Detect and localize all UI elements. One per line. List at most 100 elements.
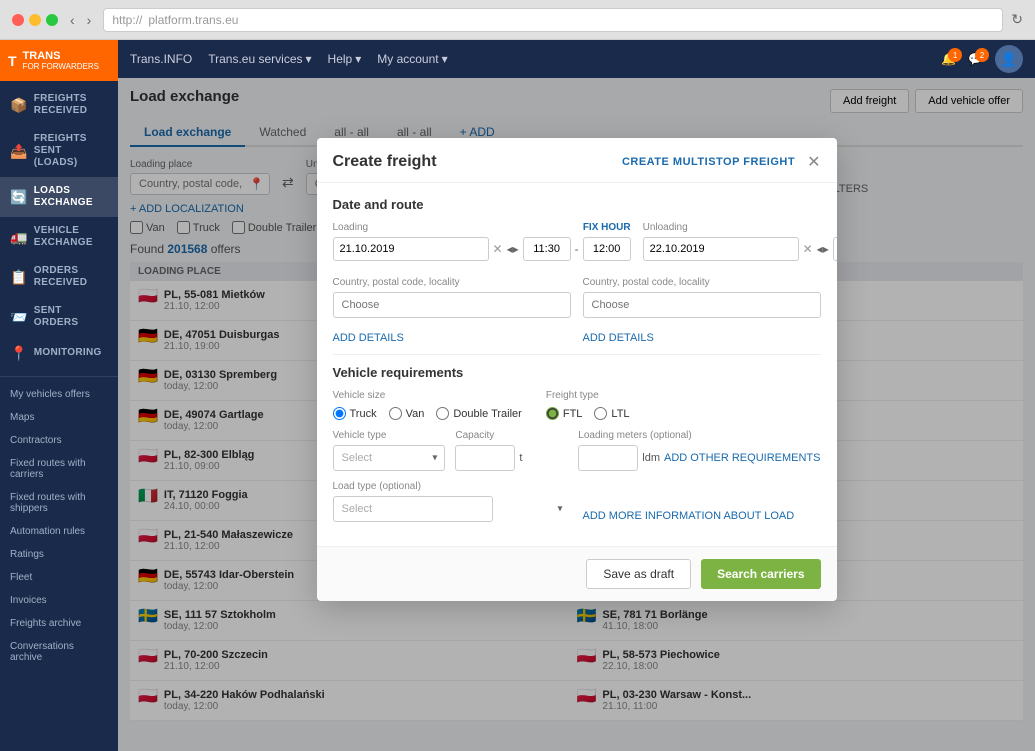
loading-time-from[interactable] (523, 237, 571, 261)
sidebar-item-monitoring[interactable]: 📍 MONITORING (0, 337, 118, 370)
unloading-locality-col: Country, postal code, locality (583, 277, 821, 318)
sidebar-link-automation[interactable]: Automation rules (0, 520, 118, 543)
sidebar-link-my-vehicles[interactable]: My vehicles offers (0, 383, 118, 406)
vehicle-type-select[interactable]: Select (333, 445, 446, 471)
topnav-trans-info[interactable]: Trans.INFO (130, 52, 192, 66)
unloading-time-from[interactable] (833, 237, 837, 261)
radio-van[interactable]: Van (389, 407, 425, 420)
unloading-col: Unloading FIX HOUR ✕ ◂▸ - (643, 222, 837, 267)
url-domain: platform.trans.eu (148, 13, 238, 27)
topnav-my-account[interactable]: My account ▾ (377, 52, 447, 66)
close-dot[interactable] (12, 14, 24, 26)
logo-line1: TRANS (23, 50, 99, 62)
maximize-dot[interactable] (46, 14, 58, 26)
notification-bell-2[interactable]: 💬 2 (968, 52, 983, 66)
vehicle-size-label: Vehicle size (333, 390, 522, 401)
date-route-section-title: Date and route (333, 197, 821, 212)
user-avatar[interactable]: 👤 (995, 45, 1023, 73)
loading-date-arrows[interactable]: ◂▸ (507, 242, 519, 256)
unloading-locality-input[interactable] (583, 292, 821, 318)
sidebar-link-conversations-archive[interactable]: Conversations archive (0, 635, 118, 669)
add-details-loading: ADD DETAILS (333, 328, 571, 344)
sidebar: T TRANS FOR FORWARDERS 📦 FREIGHTS RECEIV… (0, 40, 118, 751)
add-details-unloading: ADD DETAILS (583, 328, 821, 344)
main-area: Trans.INFO Trans.eu services ▾ Help ▾ My… (118, 40, 1035, 751)
ldm-input-row: ldm ADD OTHER REQUIREMENTS (578, 445, 820, 471)
sidebar-item-sent-orders[interactable]: 📨 SENT ORDERS (0, 297, 118, 337)
create-multistop-link[interactable]: CREATE MULTISTOP FREIGHT (622, 156, 795, 168)
sidebar-link-contractors[interactable]: Contractors (0, 429, 118, 452)
freights-received-icon: 📦 (10, 97, 28, 114)
window-controls (12, 14, 58, 26)
topnav-help[interactable]: Help ▾ (328, 52, 362, 66)
add-other-requirements-link[interactable]: ADD OTHER REQUIREMENTS (664, 452, 820, 464)
sidebar-nav: 📦 FREIGHTS RECEIVED 📤 FREIGHTS SENT (LOA… (0, 81, 118, 751)
time-sep-1: - (575, 242, 579, 256)
load-type-label: Load type (optional) (333, 481, 571, 492)
add-details-loading-link[interactable]: ADD DETAILS (333, 332, 404, 344)
logo: T TRANS FOR FORWARDERS (0, 40, 118, 81)
ldm-input[interactable] (578, 445, 638, 471)
sidebar-item-vehicle-exchange[interactable]: 🚛 VEHICLE EXCHANGE (0, 217, 118, 257)
fix-hour-loading[interactable]: FIX HOUR (583, 222, 631, 233)
capacity-unit: t (519, 452, 522, 464)
sidebar-link-invoices[interactable]: Invoices (0, 589, 118, 612)
unloading-date-time-row: ✕ ◂▸ - (643, 237, 837, 261)
vehicle-exchange-icon: 🚛 (10, 229, 28, 246)
radio-ltl-input[interactable] (594, 407, 607, 420)
add-more-info-link[interactable]: ADD MORE INFORMATION ABOUT LOAD (583, 510, 795, 522)
loading-meters-label: Loading meters (optional) (578, 430, 820, 441)
notification-bell-1[interactable]: 🔔 1 (941, 52, 956, 66)
unloading-locality-label: Country, postal code, locality (583, 277, 821, 288)
unloading-date-clear[interactable]: ✕ (803, 242, 813, 256)
orders-received-icon: 📋 (10, 269, 28, 286)
forward-button[interactable]: › (83, 10, 96, 30)
sidebar-link-ratings[interactable]: Ratings (0, 543, 118, 566)
search-carriers-button[interactable]: Search carriers (701, 559, 820, 589)
create-freight-modal: Create freight CREATE MULTISTOP FREIGHT … (317, 138, 837, 601)
radio-ltl[interactable]: LTL (594, 407, 629, 420)
radio-van-label: Van (406, 408, 425, 420)
reload-button[interactable]: ↻ (1011, 11, 1023, 28)
sidebar-link-fleet[interactable]: Fleet (0, 566, 118, 589)
sidebar-link-fixed-shippers[interactable]: Fixed routes with shippers (0, 486, 118, 520)
loading-locality-input[interactable] (333, 292, 571, 318)
loading-unloading-row: Loading FIX HOUR ✕ ◂▸ - (333, 222, 821, 267)
loading-date-time-row: ✕ ◂▸ - (333, 237, 631, 261)
back-button[interactable]: ‹ (66, 10, 79, 30)
minimize-dot[interactable] (29, 14, 41, 26)
topnav-trans-eu-services[interactable]: Trans.eu services ▾ (208, 52, 311, 66)
loading-meters-col: Loading meters (optional) ldm ADD OTHER … (578, 430, 820, 471)
loading-date-clear[interactable]: ✕ (493, 242, 503, 256)
content-area: Load exchange Add freight Add vehicle of… (118, 78, 1035, 751)
sidebar-link-fixed-carriers[interactable]: Fixed routes with carriers (0, 452, 118, 486)
modal-footer: Save as draft Search carriers (317, 546, 837, 601)
modal-close-button[interactable]: ✕ (807, 152, 820, 172)
unloading-date-input[interactable] (643, 237, 799, 261)
loading-time-to[interactable] (583, 237, 631, 261)
radio-ftl-input[interactable] (546, 407, 559, 420)
save-as-draft-button[interactable]: Save as draft (586, 559, 691, 589)
freight-type-radio-group: FTL LTL (546, 407, 630, 420)
sidebar-item-freights-sent[interactable]: 📤 FREIGHTS SENT (LOADS) (0, 125, 118, 177)
sidebar-link-maps[interactable]: Maps (0, 406, 118, 429)
sidebar-item-orders-received[interactable]: 📋 ORDERS RECEIVED (0, 257, 118, 297)
radio-van-input[interactable] (389, 407, 402, 420)
add-details-unloading-link[interactable]: ADD DETAILS (583, 332, 654, 344)
address-bar[interactable]: http:// platform.trans.eu (103, 8, 1003, 32)
monitoring-icon: 📍 (10, 345, 28, 362)
load-type-select[interactable]: Select (333, 496, 493, 522)
unloading-date-arrows[interactable]: ◂▸ (817, 242, 829, 256)
radio-double-trailer-input[interactable] (436, 407, 449, 420)
sidebar-link-freights-archive[interactable]: Freights archive (0, 612, 118, 635)
sidebar-item-freights-received[interactable]: 📦 FREIGHTS RECEIVED (0, 85, 118, 125)
ldm-unit: ldm (642, 452, 660, 464)
capacity-input[interactable] (455, 445, 515, 471)
loading-date-input[interactable] (333, 237, 489, 261)
radio-truck[interactable]: Truck (333, 407, 377, 420)
notif-badge-1: 1 (948, 48, 962, 62)
radio-double-trailer[interactable]: Double Trailer (436, 407, 521, 420)
radio-ftl[interactable]: FTL (546, 407, 583, 420)
sidebar-item-loads-exchange[interactable]: 🔄 LOADS EXCHANGE (0, 177, 118, 217)
radio-truck-input[interactable] (333, 407, 346, 420)
